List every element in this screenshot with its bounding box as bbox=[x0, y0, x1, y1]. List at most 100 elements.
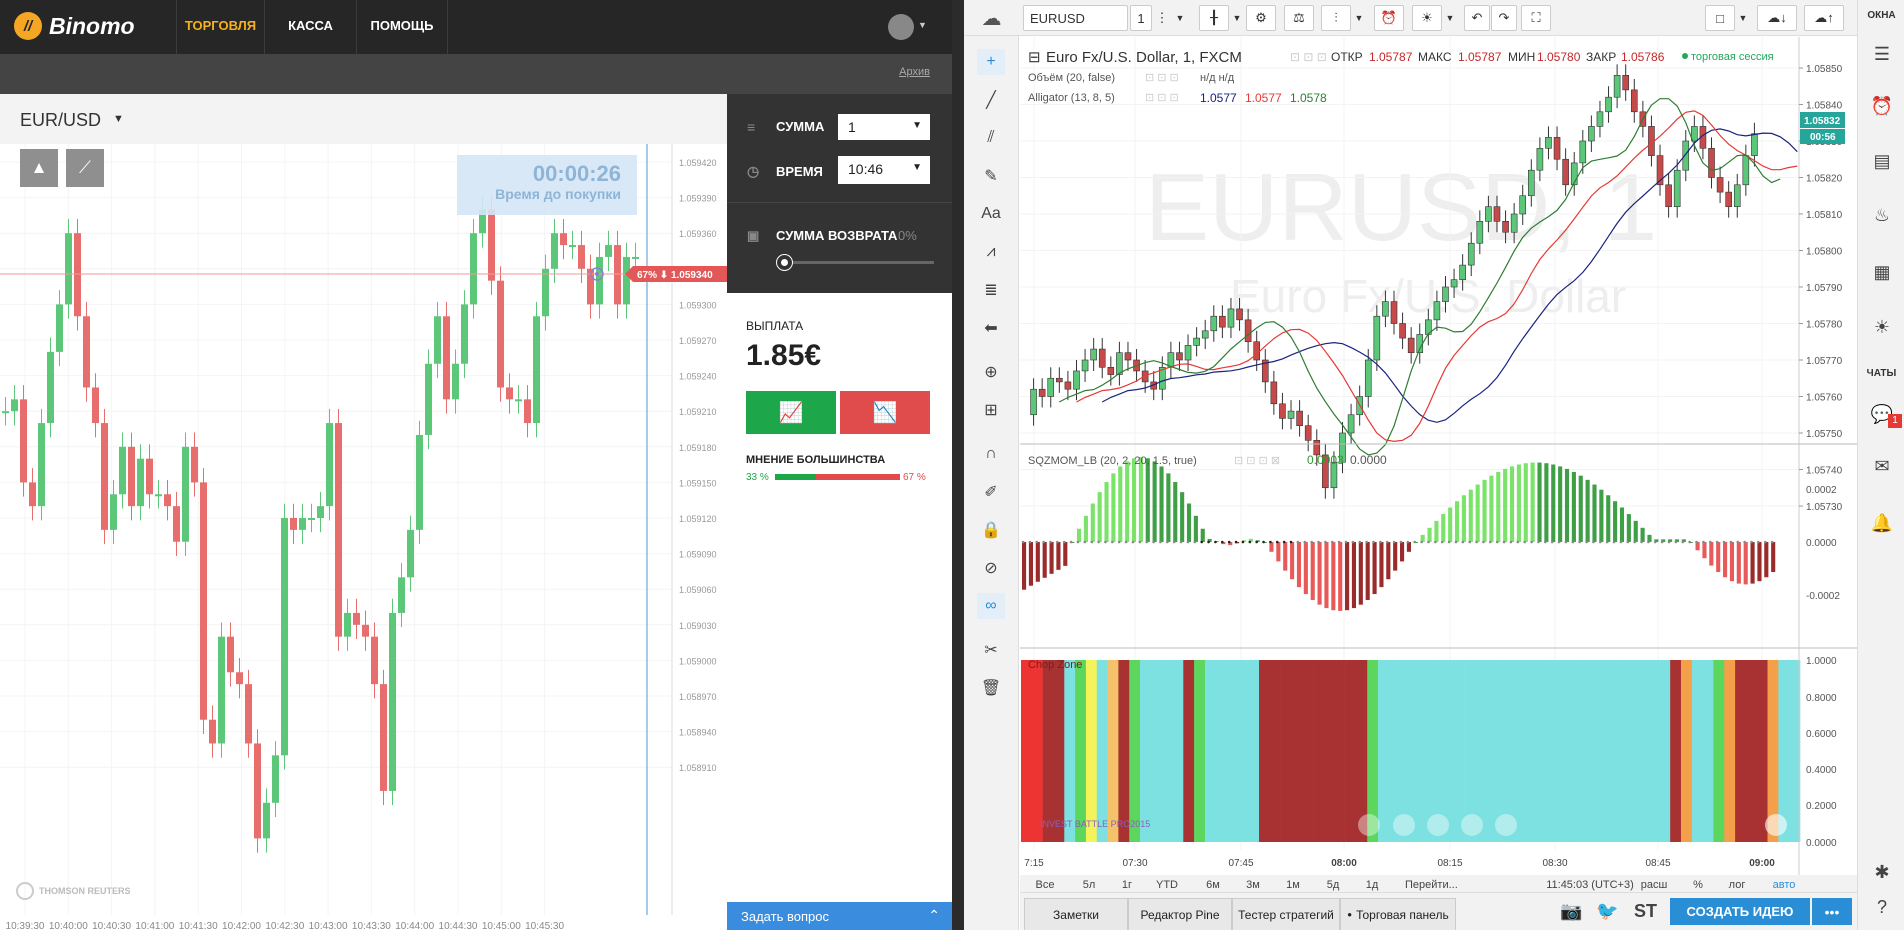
tab-trading-panel[interactable]: ● Торговая панель bbox=[1340, 898, 1456, 930]
candles-icon[interactable]: ╂ bbox=[1199, 5, 1229, 31]
camera-icon[interactable]: 📷 bbox=[1560, 901, 1582, 922]
calendar-icon[interactable]: ▦ bbox=[1868, 258, 1896, 286]
symbol-input[interactable]: EURUSD bbox=[1023, 5, 1128, 31]
ideas-bulb-icon[interactable]: ☀ bbox=[1868, 313, 1896, 341]
reset-icon[interactable] bbox=[1427, 814, 1449, 836]
zoom-icon[interactable]: ⊕ bbox=[977, 359, 1005, 385]
data-window-icon[interactable]: ▤ bbox=[1868, 147, 1896, 175]
tv-main-chart[interactable]: EURUSD, 1 Euro Fx/U.S. Dollar 1.058501.0… bbox=[1020, 37, 1857, 892]
pattern-icon[interactable]: ⩘ bbox=[977, 239, 1005, 265]
chevron-down-icon[interactable]: ▼ bbox=[912, 120, 922, 131]
binomo-logo[interactable]: //Binomo bbox=[14, 12, 135, 40]
volume-study-label[interactable]: Объём (20, false) bbox=[1028, 72, 1115, 84]
chevron-down-icon[interactable]: ▼ bbox=[1736, 5, 1750, 31]
alert-icon[interactable]: ⏰ bbox=[1374, 5, 1404, 31]
measure-icon[interactable]: ⊞ bbox=[977, 397, 1005, 423]
trendline-icon[interactable]: ╱ bbox=[977, 87, 1005, 113]
archive-link[interactable]: Архив bbox=[899, 66, 930, 78]
watchlist-icon[interactable]: ☰ bbox=[1868, 40, 1896, 68]
link-icon[interactable]: ∞ bbox=[977, 593, 1005, 619]
nav-cashier[interactable]: КАССА bbox=[264, 0, 356, 54]
stay-drawing-icon[interactable]: ✐ bbox=[977, 479, 1005, 505]
chevron-down-icon[interactable]: ▼ bbox=[1443, 5, 1457, 31]
more-icon[interactable]: ⋮ bbox=[1154, 5, 1170, 31]
crosshair-icon[interactable]: + bbox=[977, 49, 1005, 75]
ask-question-bar[interactable]: Задать вопрос ⌃ bbox=[727, 902, 952, 930]
zoom-out-icon[interactable] bbox=[1393, 814, 1415, 836]
chevron-up-icon[interactable]: ⌃ bbox=[928, 907, 940, 924]
magnet-icon[interactable]: ∩ bbox=[977, 441, 1005, 467]
chevron-down-icon[interactable]: ▼ bbox=[113, 113, 124, 125]
tab-notes[interactable]: Заметки bbox=[1024, 898, 1128, 930]
chevron-down-icon[interactable]: ▼ bbox=[1172, 5, 1188, 31]
avatar[interactable] bbox=[888, 14, 914, 40]
fib-icon[interactable]: ≣ bbox=[977, 277, 1005, 303]
sum-input[interactable]: 1 ▼ bbox=[838, 114, 930, 140]
ohlc-high-label: МАКС bbox=[1418, 50, 1452, 64]
text-icon[interactable]: Aa bbox=[977, 201, 1005, 227]
scroll-left-icon[interactable] bbox=[1358, 814, 1380, 836]
time-select[interactable]: 10:46 ▼ bbox=[838, 156, 930, 184]
chevron-down-icon[interactable]: ▼ bbox=[1352, 5, 1366, 31]
indicators-icon[interactable]: ⫶ bbox=[1321, 5, 1351, 31]
scroll-to-end-icon[interactable] bbox=[1765, 814, 1787, 836]
legend-collapse-icon[interactable]: ⊟ bbox=[1028, 49, 1041, 66]
more-options-icon[interactable]: ••• bbox=[1812, 898, 1852, 925]
remove-tools-icon[interactable]: ✂ bbox=[977, 637, 1005, 663]
tradingview-logo-icon[interactable]: ☁ bbox=[964, 5, 1019, 31]
chart-type-icon[interactable]: ▲ bbox=[20, 149, 58, 187]
nav-trading[interactable]: ТОРГОВЛЯ bbox=[176, 0, 264, 54]
asset-selector[interactable]: EUR/USD bbox=[20, 110, 101, 131]
window-divider[interactable] bbox=[952, 0, 964, 930]
put-down-button[interactable]: 📉 bbox=[840, 391, 930, 434]
zoom-in-icon[interactable] bbox=[1461, 814, 1483, 836]
study-buttons[interactable]: ⊡ ⊡ ⊡ ⊠ bbox=[1234, 455, 1280, 467]
chevron-down-icon[interactable]: ▼ bbox=[912, 162, 922, 173]
trash-icon[interactable]: 🗑 bbox=[977, 675, 1005, 701]
redo-icon[interactable]: ↷ bbox=[1491, 5, 1517, 31]
layout-icon[interactable]: □ bbox=[1705, 5, 1735, 31]
indicators-icon[interactable]: ⟋ bbox=[66, 149, 104, 187]
create-idea-button[interactable]: СОЗДАТЬ ИДЕЮ bbox=[1670, 898, 1810, 925]
help-icon[interactable]: ? bbox=[1868, 893, 1896, 921]
stocktwits-icon[interactable]: ST bbox=[1634, 901, 1657, 922]
notifications-bell-icon[interactable]: 🔔 bbox=[1868, 509, 1896, 537]
scroll-right-icon[interactable] bbox=[1495, 814, 1517, 836]
lock-icon[interactable]: 🔒 bbox=[977, 517, 1005, 543]
undo-icon[interactable]: ↶ bbox=[1464, 5, 1490, 31]
nav-help[interactable]: ПОМОЩЬ bbox=[356, 0, 448, 54]
chevron-down-icon[interactable]: ▼ bbox=[918, 20, 927, 30]
fullscreen-icon[interactable]: ⛶ bbox=[1521, 5, 1551, 31]
alligator-study-label[interactable]: Alligator (13, 8, 5) bbox=[1028, 92, 1115, 104]
study-buttons[interactable]: ⊡ ⊡ ⊡ bbox=[1145, 72, 1179, 84]
pitchfork-icon[interactable]: ⫽ bbox=[977, 125, 1005, 151]
study-buttons[interactable]: ⊡ ⊡ ⊡ bbox=[1145, 92, 1179, 104]
replay-icon[interactable]: ☀ bbox=[1412, 5, 1442, 31]
call-up-button[interactable]: 📈 bbox=[746, 391, 836, 434]
sqz-study-label[interactable]: SQZMOM_LB (20, 2, 20, 1.5, true) bbox=[1028, 455, 1197, 467]
chop-zone-bar bbox=[1388, 660, 1400, 842]
alerts-clock-icon[interactable]: ⏰ bbox=[1868, 92, 1896, 120]
squeeze-dot bbox=[1159, 540, 1162, 544]
legend-buttons[interactable]: ⊡ ⊡ ⊡ bbox=[1290, 50, 1327, 64]
interval-button[interactable]: 1 bbox=[1130, 5, 1152, 31]
private-chat-icon[interactable]: ✉ bbox=[1868, 452, 1896, 480]
refund-slider-handle[interactable] bbox=[777, 255, 792, 270]
cloud-save-icon[interactable]: ☁↑ bbox=[1804, 5, 1844, 31]
twitter-icon[interactable]: 🐦 bbox=[1596, 901, 1618, 922]
chop-study-label[interactable]: Chop Zone bbox=[1028, 659, 1082, 671]
tab-pine-editor[interactable]: Редактор Pine bbox=[1128, 898, 1232, 930]
bug-report-icon[interactable]: ✱ bbox=[1868, 858, 1896, 886]
settings-gear-icon[interactable]: ⚙ bbox=[1246, 5, 1276, 31]
compare-icon[interactable]: ⚖ bbox=[1284, 5, 1314, 31]
tab-strategy-tester[interactable]: Тестер стратегий bbox=[1232, 898, 1340, 930]
hotlists-fire-icon[interactable]: ♨ bbox=[1868, 201, 1896, 229]
arrow-left-icon[interactable]: ⬅ bbox=[977, 315, 1005, 341]
chop-zone-bar bbox=[1594, 660, 1606, 842]
cloud-load-icon[interactable]: ☁↓ bbox=[1757, 5, 1797, 31]
hide-icon[interactable]: ⊘ bbox=[977, 555, 1005, 581]
binomo-price-chart[interactable]: 1.0594201.0593901.0593601.0593301.059300… bbox=[0, 144, 727, 930]
chevron-down-icon[interactable]: ▼ bbox=[1230, 5, 1244, 31]
refund-slider-track[interactable] bbox=[784, 261, 934, 264]
brush-icon[interactable]: ✎ bbox=[977, 163, 1005, 189]
